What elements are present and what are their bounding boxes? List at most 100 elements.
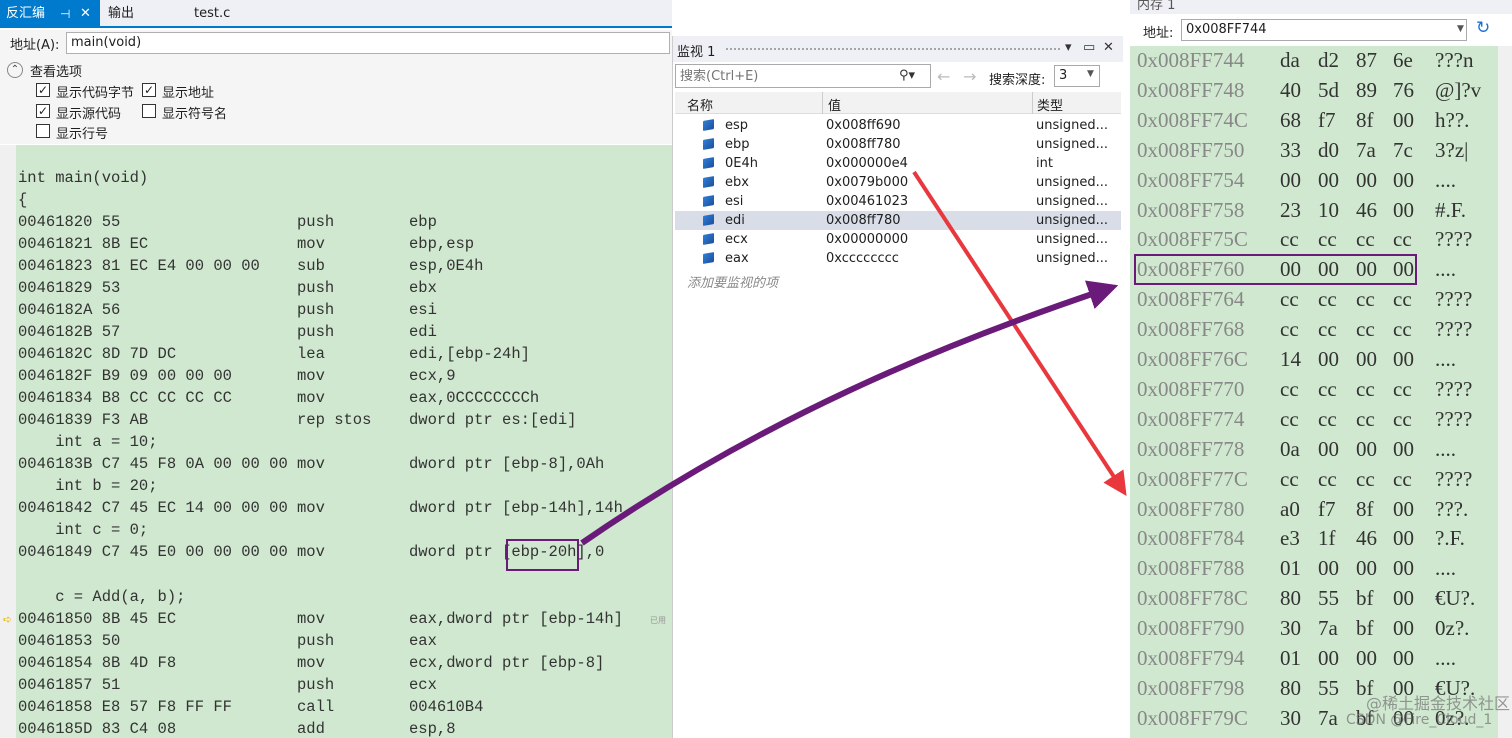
memory-byte[interactable]: 00: [1318, 643, 1339, 673]
memory-byte[interactable]: 00: [1356, 434, 1377, 464]
memory-byte[interactable]: 10: [1318, 195, 1339, 225]
memory-chars[interactable]: ....: [1435, 165, 1456, 195]
watch-row[interactable]: esp 0x008ff690 unsigned...: [675, 116, 1121, 135]
memory-byte[interactable]: 8f: [1356, 105, 1374, 135]
memory-chars[interactable]: ????: [1435, 284, 1472, 314]
watch-value[interactable]: 0x008ff690: [826, 118, 901, 133]
refresh-icon[interactable]: ↻: [1476, 18, 1490, 38]
memory-chars[interactable]: ????: [1435, 374, 1472, 404]
memory-byte[interactable]: cc: [1318, 374, 1337, 404]
memory-byte[interactable]: 00: [1393, 105, 1414, 135]
memory-byte[interactable]: 7c: [1393, 135, 1413, 165]
close-icon[interactable]: ✕: [1103, 40, 1114, 55]
memory-byte[interactable]: 7a: [1318, 703, 1338, 733]
memory-byte[interactable]: 7a: [1318, 613, 1338, 643]
memory-byte[interactable]: 00: [1393, 523, 1414, 553]
memory-byte[interactable]: cc: [1393, 464, 1412, 494]
memory-byte[interactable]: 6e: [1393, 45, 1413, 75]
memory-byte[interactable]: 80: [1280, 583, 1301, 613]
memory-byte[interactable]: 55: [1318, 583, 1339, 613]
memory-byte[interactable]: 00: [1356, 165, 1377, 195]
memory-byte[interactable]: 00: [1356, 344, 1377, 374]
memory-chars[interactable]: ....: [1435, 254, 1456, 284]
column-name[interactable]: 名称: [687, 95, 713, 114]
memory-byte[interactable]: bf: [1356, 583, 1374, 613]
memory-byte[interactable]: 30: [1280, 613, 1301, 643]
memory-byte[interactable]: 87: [1356, 45, 1377, 75]
tab-output[interactable]: 输出: [102, 0, 140, 28]
maximize-icon[interactable]: ▭: [1083, 40, 1095, 55]
memory-byte[interactable]: 00: [1280, 165, 1301, 195]
checkbox-address[interactable]: ✓: [142, 83, 156, 97]
memory-byte[interactable]: 00: [1393, 434, 1414, 464]
chevron-down-icon[interactable]: ▼: [1087, 69, 1094, 79]
memory-byte[interactable]: 33: [1280, 135, 1301, 165]
memory-byte[interactable]: 00: [1393, 165, 1414, 195]
memory-byte[interactable]: f7: [1318, 105, 1336, 135]
memory-byte[interactable]: 00: [1356, 643, 1377, 673]
memory-byte[interactable]: 01: [1280, 553, 1301, 583]
code-gutter[interactable]: [0, 145, 16, 738]
memory-byte[interactable]: cc: [1393, 284, 1412, 314]
memory-byte[interactable]: 14: [1280, 344, 1301, 374]
memory-chars[interactable]: @]?v: [1435, 75, 1481, 105]
checkbox-source[interactable]: ✓: [36, 104, 50, 118]
watch-value[interactable]: 0x000000e4: [826, 156, 908, 171]
memory-byte[interactable]: cc: [1393, 374, 1412, 404]
memory-byte[interactable]: cc: [1318, 314, 1337, 344]
watch-row[interactable]: eax 0xcccccccc unsigned...: [675, 249, 1121, 268]
memory-byte[interactable]: 00: [1356, 553, 1377, 583]
memory-byte[interactable]: cc: [1356, 224, 1375, 254]
memory-byte[interactable]: cc: [1393, 314, 1412, 344]
watch-search-input[interactable]: [675, 64, 931, 88]
memory-byte[interactable]: cc: [1393, 224, 1412, 254]
memory-byte[interactable]: cc: [1318, 224, 1337, 254]
memory-chars[interactable]: ????: [1435, 464, 1472, 494]
watch-value[interactable]: 0x008ff780: [826, 213, 901, 228]
memory-byte[interactable]: cc: [1356, 404, 1375, 434]
memory-byte[interactable]: 55: [1318, 673, 1339, 703]
memory-byte[interactable]: 5d: [1318, 75, 1339, 105]
chevron-down-icon[interactable]: ▼: [1457, 24, 1464, 34]
memory-byte[interactable]: 1f: [1318, 523, 1336, 553]
memory-byte[interactable]: cc: [1318, 284, 1337, 314]
memory-chars[interactable]: ....: [1435, 434, 1456, 464]
memory-byte[interactable]: 00: [1393, 195, 1414, 225]
checkbox-line-numbers[interactable]: [36, 124, 50, 138]
arrow-left-icon[interactable]: ←: [937, 67, 950, 86]
checkbox-code-bytes[interactable]: ✓: [36, 83, 50, 97]
arrow-right-icon[interactable]: →: [963, 67, 976, 86]
memory-byte[interactable]: d2: [1318, 45, 1339, 75]
memory-byte[interactable]: 00: [1393, 344, 1414, 374]
memory-byte[interactable]: cc: [1318, 404, 1337, 434]
watch-row[interactable]: ecx 0x00000000 unsigned...: [675, 230, 1121, 249]
add-watch-item[interactable]: 添加要监视的项: [687, 272, 778, 291]
memory-byte[interactable]: 40: [1280, 75, 1301, 105]
watch-row[interactable]: ebp 0x008ff780 unsigned...: [675, 135, 1121, 154]
memory-byte[interactable]: 00: [1318, 344, 1339, 374]
memory-byte[interactable]: 76: [1393, 75, 1414, 105]
memory-byte[interactable]: cc: [1393, 404, 1412, 434]
memory-byte[interactable]: cc: [1280, 464, 1299, 494]
watch-value[interactable]: 0x0079b000: [826, 175, 908, 190]
memory-byte[interactable]: cc: [1318, 464, 1337, 494]
memory-byte[interactable]: 68: [1280, 105, 1301, 135]
memory-chars[interactable]: ....: [1435, 643, 1456, 673]
memory-byte[interactable]: da: [1280, 45, 1300, 75]
memory-byte[interactable]: cc: [1280, 404, 1299, 434]
column-divider[interactable]: [822, 92, 823, 114]
memory-chars[interactable]: ???.: [1435, 494, 1468, 524]
memory-byte[interactable]: cc: [1280, 374, 1299, 404]
memory-byte[interactable]: 46: [1356, 523, 1377, 553]
memory-byte[interactable]: cc: [1280, 224, 1299, 254]
checkbox-symbols[interactable]: [142, 104, 156, 118]
column-value[interactable]: 值: [828, 95, 841, 114]
memory-chars[interactable]: h??.: [1435, 105, 1469, 135]
memory-byte[interactable]: 46: [1356, 195, 1377, 225]
watch-value[interactable]: 0x008ff780: [826, 137, 901, 152]
watch-row[interactable]: esi 0x00461023 unsigned...: [675, 192, 1121, 211]
search-icon[interactable]: ⚲▾: [899, 68, 915, 83]
watch-row[interactable]: ebx 0x0079b000 unsigned...: [675, 173, 1121, 192]
memory-byte[interactable]: cc: [1280, 314, 1299, 344]
memory-chars[interactable]: ???n: [1435, 45, 1473, 75]
